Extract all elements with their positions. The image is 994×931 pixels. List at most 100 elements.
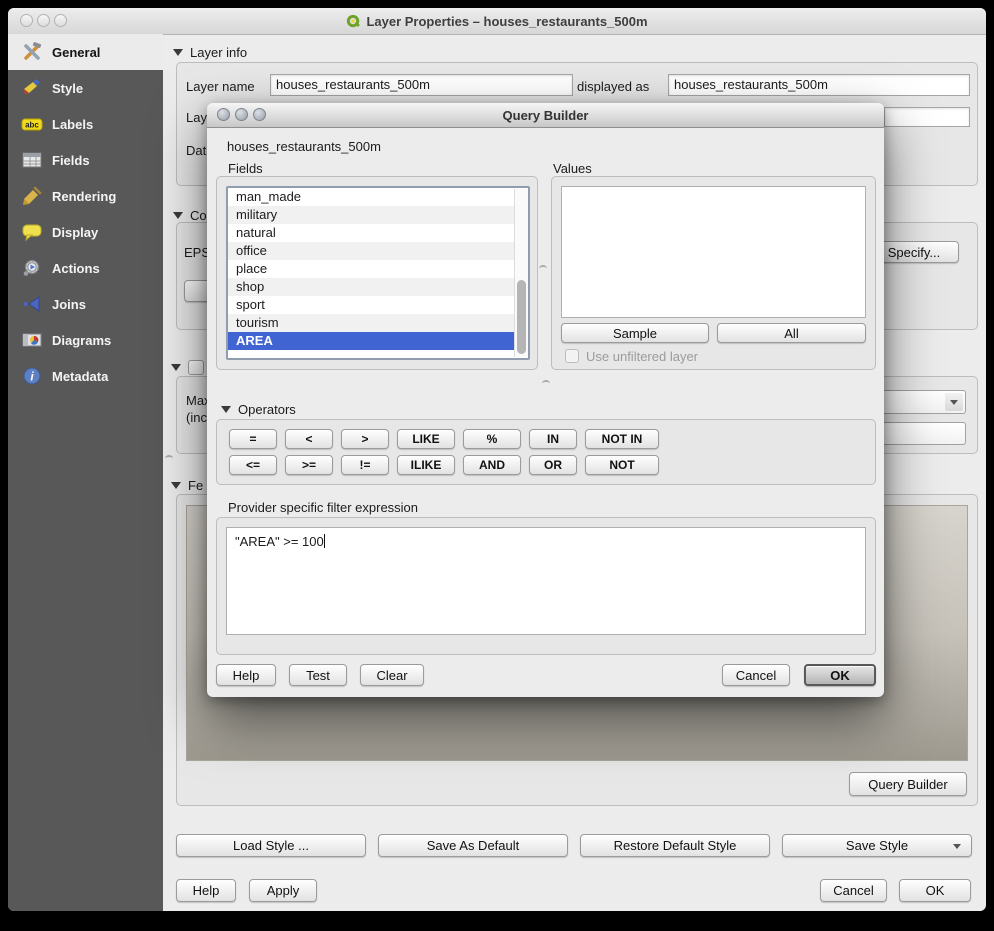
operator-neq-button[interactable]: != — [341, 455, 389, 475]
splitter-handle-icon[interactable] — [542, 380, 550, 387]
splitter-handle-icon[interactable] — [539, 265, 547, 272]
save-style-dropdown-arrow-icon — [953, 844, 961, 849]
general-tools-icon — [20, 40, 44, 64]
field-list-item[interactable]: tourism — [228, 314, 528, 332]
sidebar-item-display[interactable]: Display — [8, 214, 163, 250]
scale-visibility-header[interactable] — [171, 360, 204, 375]
dialog-help-button[interactable]: Help — [216, 664, 276, 686]
operator-like-button[interactable]: LIKE — [397, 429, 455, 449]
field-list-item[interactable]: office — [228, 242, 528, 260]
collapse-triangle-icon — [173, 49, 183, 56]
operator-lte-button[interactable]: <= — [229, 455, 277, 475]
restore-default-style-button[interactable]: Restore Default Style — [580, 834, 770, 857]
operators-header-label: Operators — [238, 402, 296, 417]
use-unfiltered-checkbox[interactable] — [565, 349, 579, 363]
feature-subset-header[interactable]: Fe — [171, 478, 203, 493]
filter-expression-textarea[interactable]: "AREA" >= 100 — [226, 527, 866, 635]
sidebar-item-label: Display — [52, 225, 98, 240]
scale-field[interactable] — [875, 422, 966, 445]
scale-visibility-checkbox[interactable] — [188, 360, 204, 375]
save-as-default-button[interactable]: Save As Default — [378, 834, 568, 857]
layer-name-label: Layer name — [186, 79, 255, 94]
sidebar-item-label: General — [52, 45, 100, 60]
displayed-as-input[interactable]: houses_restaurants_500m — [668, 74, 970, 96]
field-list-item[interactable]: place — [228, 260, 528, 278]
sidebar-item-label: Labels — [52, 117, 93, 132]
operator-percent-button[interactable]: % — [463, 429, 521, 449]
query-builder-button[interactable]: Query Builder — [849, 772, 967, 796]
operators-header[interactable]: Operators — [221, 402, 296, 417]
sidebar-item-diagrams[interactable]: Diagrams — [8, 322, 163, 358]
sidebar-item-style[interactable]: Style — [8, 70, 163, 106]
field-list-item[interactable]: military — [228, 206, 528, 224]
inclusive-label-truncated: (inc — [186, 410, 207, 425]
operator-ilike-button[interactable]: ILIKE — [397, 455, 455, 475]
scale-combobox[interactable] — [870, 390, 966, 414]
save-style-label: Save Style — [846, 838, 908, 853]
use-unfiltered-label: Use unfiltered layer — [586, 349, 698, 364]
cancel-button[interactable]: Cancel — [820, 879, 887, 902]
values-list[interactable] — [561, 186, 866, 318]
all-button[interactable]: All — [717, 323, 866, 343]
window-title-area: Layer Properties – houses_restaurants_50… — [8, 8, 986, 34]
field-list-item-selected[interactable]: AREA — [228, 332, 528, 350]
ok-button[interactable]: OK — [899, 879, 971, 902]
apply-button[interactable]: Apply — [249, 879, 317, 902]
text-cursor — [324, 534, 325, 548]
display-speech-bubble-icon — [20, 220, 44, 244]
sidebar-item-label: Actions — [52, 261, 100, 276]
fields-label: Fields — [228, 161, 263, 176]
load-style-button[interactable]: Load Style ... — [176, 834, 366, 857]
labels-abc-tag-icon: abc — [20, 112, 44, 136]
operator-lt-button[interactable]: < — [285, 429, 333, 449]
sidebar-item-label: Rendering — [52, 189, 116, 204]
sidebar-item-labels[interactable]: abc Labels — [8, 106, 163, 142]
svg-text:abc: abc — [25, 121, 39, 130]
query-builder-dialog: Query Builder houses_restaurants_500m Fi… — [207, 103, 884, 697]
layer-name-input[interactable]: houses_restaurants_500m — [270, 74, 573, 96]
operator-gte-button[interactable]: >= — [285, 455, 333, 475]
sidebar-item-joins[interactable]: Joins — [8, 286, 163, 322]
dialog-clear-button[interactable]: Clear — [360, 664, 424, 686]
splitter-handle-icon[interactable] — [165, 455, 173, 462]
operator-gt-button[interactable]: > — [341, 429, 389, 449]
displayed-as-label: displayed as — [577, 79, 649, 94]
sidebar-item-fields[interactable]: Fields — [8, 142, 163, 178]
metadata-info-icon: i — [20, 364, 44, 388]
operator-in-button[interactable]: IN — [529, 429, 577, 449]
operator-not-in-button[interactable]: NOT IN — [585, 429, 659, 449]
field-list-item[interactable]: shop — [228, 278, 528, 296]
collapse-triangle-icon — [171, 482, 181, 489]
operator-and-button[interactable]: AND — [463, 455, 521, 475]
sidebar-item-label: Joins — [52, 297, 86, 312]
sidebar-item-general[interactable]: General — [8, 34, 163, 70]
operator-not-button[interactable]: NOT — [585, 455, 659, 475]
operator-or-button[interactable]: OR — [529, 455, 577, 475]
help-button[interactable]: Help — [176, 879, 236, 902]
crs-header-label-truncated: Co — [190, 208, 207, 223]
sidebar: General Style abc Labels — [8, 34, 163, 911]
sidebar-item-actions[interactable]: Actions — [8, 250, 163, 286]
feature-subset-header-label-truncated: Fe — [188, 478, 203, 493]
dialog-test-button[interactable]: Test — [289, 664, 347, 686]
dialog-cancel-button[interactable]: Cancel — [722, 664, 790, 686]
layer-source-input-partial[interactable] — [884, 107, 970, 127]
sample-button[interactable]: Sample — [561, 323, 709, 343]
actions-gear-icon — [20, 256, 44, 280]
dialog-ok-button[interactable]: OK — [804, 664, 876, 686]
field-list-item[interactable]: man_made — [228, 188, 528, 206]
field-list-item[interactable]: sport — [228, 296, 528, 314]
sidebar-item-rendering[interactable]: Rendering — [8, 178, 163, 214]
fields-scrollbar[interactable] — [514, 189, 528, 357]
fields-scrollbar-thumb[interactable] — [517, 280, 526, 354]
fields-table-icon — [20, 148, 44, 172]
save-style-button[interactable]: Save Style — [782, 834, 972, 857]
sidebar-item-metadata[interactable]: i Metadata — [8, 358, 163, 394]
operator-equals-button[interactable]: = — [229, 429, 277, 449]
field-list-item[interactable]: natural — [228, 224, 528, 242]
crs-header[interactable]: Co — [173, 208, 207, 223]
collapse-triangle-icon — [171, 364, 181, 371]
sidebar-item-label: Diagrams — [52, 333, 111, 348]
layer-info-header[interactable]: Layer info — [173, 45, 247, 60]
screenshot-stage: Layer Properties – houses_restaurants_50… — [0, 0, 994, 931]
